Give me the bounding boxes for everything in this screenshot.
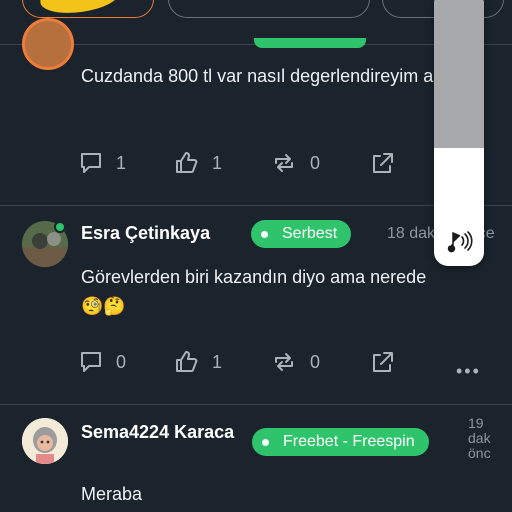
share-button[interactable] (370, 150, 408, 176)
like-button[interactable]: 1 (174, 150, 222, 176)
volume-slider-track (434, 0, 484, 148)
share-button[interactable] (370, 349, 408, 375)
badge-label: Freebet - Freespin (283, 433, 415, 450)
avatar[interactable] (22, 18, 74, 70)
comment-count: 0 (116, 351, 127, 372)
status-badge (254, 38, 366, 48)
repost-count: 0 (310, 152, 321, 173)
like-icon (176, 351, 198, 372)
status-badge: Freebet - Freespin (252, 428, 429, 456)
username[interactable]: Sema4224 Karaca (81, 422, 234, 443)
timestamp: 19 dak önc (468, 416, 491, 461)
repost-icon (275, 154, 293, 172)
repost-icon (275, 353, 293, 371)
timestamp-line: önc (468, 445, 491, 461)
more-options-button[interactable]: ••• (456, 361, 481, 382)
comment-button[interactable]: 0 (78, 349, 126, 375)
username[interactable]: Esra Çetinkaya (81, 223, 210, 244)
comment-count: 1 (116, 152, 127, 173)
emoji: 🧐🤔 (81, 296, 126, 316)
post-actions: 0 1 0 ••• (78, 349, 498, 382)
repost-button[interactable]: 0 (270, 349, 320, 375)
repost-button[interactable]: 0 (270, 150, 320, 176)
timestamp-line: 19 (468, 415, 484, 431)
comment-button[interactable]: 1 (78, 150, 126, 176)
post-text: Görevlerden biri kazandın diyo ama nered… (81, 263, 481, 321)
timestamp-line: dak (468, 430, 491, 446)
avatar[interactable] (22, 418, 68, 464)
repost-count: 0 (310, 351, 321, 372)
filter-pill[interactable] (168, 0, 370, 18)
post-text-line: Görevlerden biri kazandın diyo ama nered… (81, 267, 427, 287)
divider (0, 404, 512, 405)
comment-icon (81, 153, 101, 173)
post-text: Cuzdanda 800 tl var nasıl degerlendireyi… (81, 66, 473, 86)
post-text: Meraba (81, 484, 143, 504)
status-badge: Serbest (251, 220, 352, 248)
like-button[interactable]: 1 (174, 349, 222, 375)
share-icon (373, 153, 393, 173)
like-count: 1 (212, 351, 223, 372)
like-icon (176, 152, 198, 173)
volume-slider[interactable] (434, 0, 484, 266)
badge-label: Serbest (282, 225, 338, 242)
sound-icon (444, 228, 474, 259)
share-icon (373, 352, 393, 372)
comment-icon (81, 352, 101, 372)
online-indicator (54, 221, 66, 233)
like-count: 1 (212, 152, 223, 173)
